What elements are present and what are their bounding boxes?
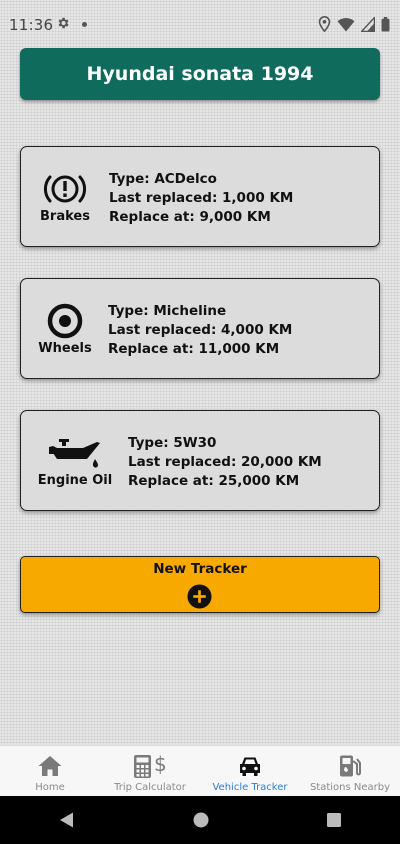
status-time: 11:36 (9, 16, 54, 34)
wheel-icon (47, 303, 83, 339)
new-tracker-label: New Tracker (153, 561, 247, 577)
signal-icon (361, 16, 375, 32)
tracker-last-replaced: Last replaced: 20,000 KM (128, 454, 322, 470)
nav-label: Home (35, 782, 65, 793)
tracker-last-replaced: Last replaced: 1,000 KM (109, 190, 294, 206)
page-title: Hyundai sonata 1994 (86, 63, 314, 85)
location-icon (318, 16, 331, 32)
tracker-label: Wheels (38, 341, 92, 356)
wifi-icon (337, 17, 355, 31)
nav-item-vehicle-tracker[interactable]: Vehicle Tracker (200, 746, 300, 797)
nav-item-trip-calculator[interactable]: $ Trip Calculator (100, 746, 200, 797)
calculator-dollar-icon: $ (134, 753, 167, 778)
tracker-label: Engine Oil (37, 473, 113, 488)
tracker-card-brakes[interactable]: Brakes Type: ACDelco Last replaced: 1,00… (20, 146, 380, 247)
nav-label: Trip Calculator (114, 782, 186, 793)
nav-label: Vehicle Tracker (212, 782, 288, 793)
system-nav-bar (0, 796, 400, 844)
svg-text:$: $ (154, 753, 167, 776)
home-circle-icon[interactable] (192, 811, 210, 829)
tracker-details: Type: ACDelco Last replaced: 1,000 KM Re… (109, 170, 293, 227)
nav-icon-wrap (37, 753, 63, 779)
battery-icon (381, 16, 390, 31)
new-tracker-button[interactable]: New Tracker (20, 556, 380, 613)
tracker-type: Type: 5W30 (128, 435, 217, 451)
tracker-last-replaced: Last replaced: 4,000 KM (108, 322, 293, 338)
gas-station-icon (340, 755, 361, 777)
recents-icon[interactable] (326, 812, 342, 828)
tracker-replace-at: Replace at: 9,000 KM (109, 209, 271, 225)
status-icons (318, 16, 390, 32)
tracker-replace-at: Replace at: 25,000 KM (128, 473, 300, 489)
nav-label: Stations Nearby (309, 782, 391, 793)
nav-icon-wrap (337, 753, 363, 779)
add-circle-icon (187, 584, 212, 609)
oil-can-icon (49, 439, 100, 468)
tracker-details: Type: Micheline Last replaced: 4,000 KM … (108, 302, 292, 359)
status-bar: 11:36 (0, 0, 400, 48)
vehicle-header: Hyundai sonata 1994 (20, 48, 380, 100)
tracker-type: Type: Micheline (108, 303, 227, 319)
nav-item-home[interactable]: Home (0, 746, 100, 797)
home-icon (38, 756, 62, 776)
tracker-details: Type: 5W30 Last replaced: 20,000 KM Repl… (128, 434, 322, 491)
tracker-replace-at: Replace at: 11,000 KM (108, 341, 280, 357)
back-icon[interactable] (58, 811, 76, 829)
tracker-label: Brakes (40, 209, 90, 224)
notification-dot-icon (82, 22, 87, 27)
car-icon (240, 757, 260, 776)
tracker-icon-wrap (21, 301, 109, 341)
tracker-type: Type: ACDelco (109, 171, 217, 187)
tracker-card-wheels[interactable]: Wheels Type: Micheline Last replaced: 4,… (20, 278, 380, 379)
tracker-icon-wrap (21, 433, 129, 473)
tracker-icon-wrap (21, 169, 109, 209)
nav-item-stations-nearby[interactable]: Stations Nearby (300, 746, 400, 797)
bottom-nav: Home $ Trip Calculator Vehicle Tracker S… (0, 745, 400, 797)
nav-icon-wrap (237, 753, 263, 779)
tracker-card-engine-oil[interactable]: Engine Oil Type: 5W30 Last replaced: 20,… (20, 410, 380, 511)
nav-icon-wrap: $ (133, 753, 167, 779)
settings-gear-icon (58, 17, 69, 29)
brake-warning-icon (43, 175, 87, 203)
